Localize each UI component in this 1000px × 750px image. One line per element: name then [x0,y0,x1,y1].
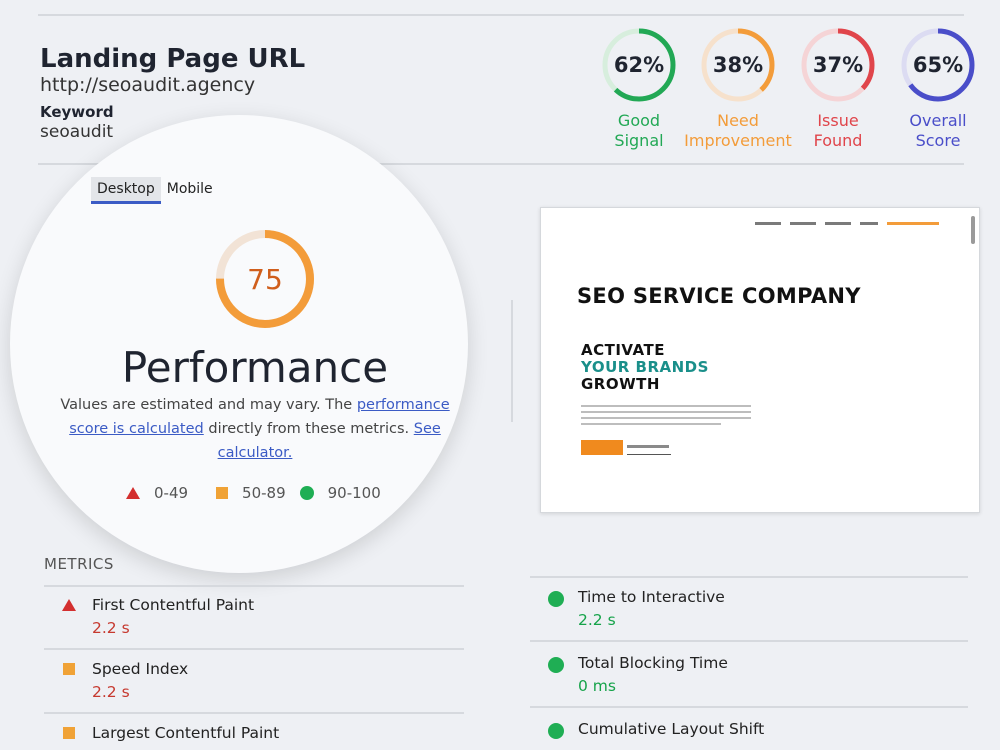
gauge-value: 37% [812,53,864,77]
preview-scrollbar [971,216,975,244]
metric-status [548,657,564,673]
metric-divider [530,706,968,708]
performance-score-gauge: 75 [213,227,317,331]
performance-heading: Performance [121,343,389,392]
metric-value: 0 ms [578,677,616,695]
orange-square-icon [63,727,75,739]
performance-score: 75 [247,262,283,296]
legend-good: 90-100 [299,484,381,502]
gauge-label-line2: Score [915,131,961,150]
keyword-label: Keyword [40,103,114,121]
legend-good-range: 90-100 [327,484,381,502]
metric-status [62,599,76,611]
preview-secondary-link [627,445,669,448]
legend-average-range: 50-89 [242,484,286,502]
metric-divider [44,712,464,714]
metrics-divider-right [530,576,968,578]
metrics-heading: METRICS [44,555,114,573]
preview-nav-item [755,222,781,225]
metric-status [548,723,564,739]
green-circle-icon [299,486,314,500]
page-preview-screenshot: SEO SERVICE COMPANY ACTIVATE YOUR BRANDS… [540,207,980,513]
preview-paragraph-line [581,423,721,425]
preview-cta-button [581,440,623,455]
preview-title: SEO SERVICE COMPANY [577,284,861,308]
desc-text-1: Values are estimated and may vary. The [60,397,357,413]
gauge-value: 38% [712,53,764,77]
vertical-divider [511,300,513,422]
preview-headline-3: GROWTH [581,375,660,393]
metric-name: Total Blocking Time [578,654,728,672]
preview-paragraph-line [581,411,751,413]
gauge-label: Overall Score [873,111,1000,151]
score-gauge: 38% [700,27,776,103]
metric-status [62,727,75,739]
metric-divider [530,640,968,642]
metric-name: Time to Interactive [578,588,725,606]
metric-value: 2.2 s [578,611,616,629]
preview-nav-item [860,222,878,225]
metric-name: Largest Contentful Paint [92,724,280,742]
legend-average: 50-89 [216,484,286,502]
preview-nav [755,222,939,225]
red-triangle-icon [62,599,76,611]
preview-nav-item [825,222,851,225]
green-circle-icon [548,591,564,607]
gauge-value: 62% [613,53,665,77]
metric-name: Speed Index [92,660,189,678]
preview-headline-1: ACTIVATE [581,341,665,359]
tab-mobile[interactable]: Mobile [161,177,219,204]
green-circle-icon [548,723,564,739]
red-triangle-icon [126,487,140,499]
score-legend: 0-49 50-89 90-100 [126,484,395,502]
device-tabs: Desktop Mobile [91,177,219,204]
green-circle-icon [548,657,564,673]
orange-square-icon [63,663,75,675]
legend-poor: 0-49 [126,484,188,502]
desc-text-2: directly from these metrics. [203,421,414,437]
keyword-value: seoaudit [40,122,114,142]
preview-paragraph-line [581,405,751,407]
score-gauge: 62% [601,27,677,103]
metrics-divider-left [44,585,464,587]
metric-name: First Contentful Paint [92,596,255,614]
page-title: Landing Page URL [40,44,306,74]
top-divider [38,14,964,16]
preview-nav-item [790,222,816,225]
landing-page-url[interactable]: http://seoaudit.agency [40,74,255,96]
score-gauge: 65% [900,27,976,103]
orange-square-icon [216,487,229,499]
gauge-value: 65% [912,53,964,77]
preview-nav-phone [887,222,939,225]
metric-status [548,591,564,607]
metric-divider [44,648,464,650]
performance-description: Values are estimated and may vary. The p… [50,393,460,465]
legend-poor-range: 0-49 [154,484,189,502]
metric-value: 2.2 s [92,619,130,637]
metric-value: 2.2 s [92,683,130,701]
metric-name: Cumulative Layout Shift [578,720,765,738]
preview-headline-2: YOUR BRANDS [581,358,709,376]
tab-desktop[interactable]: Desktop [91,177,161,204]
score-gauge: 37% [800,27,876,103]
preview-paragraph-line [581,417,751,419]
metric-status [62,663,75,675]
preview-link-underline [627,454,671,455]
gauge-label-line1: Overall [909,111,967,130]
